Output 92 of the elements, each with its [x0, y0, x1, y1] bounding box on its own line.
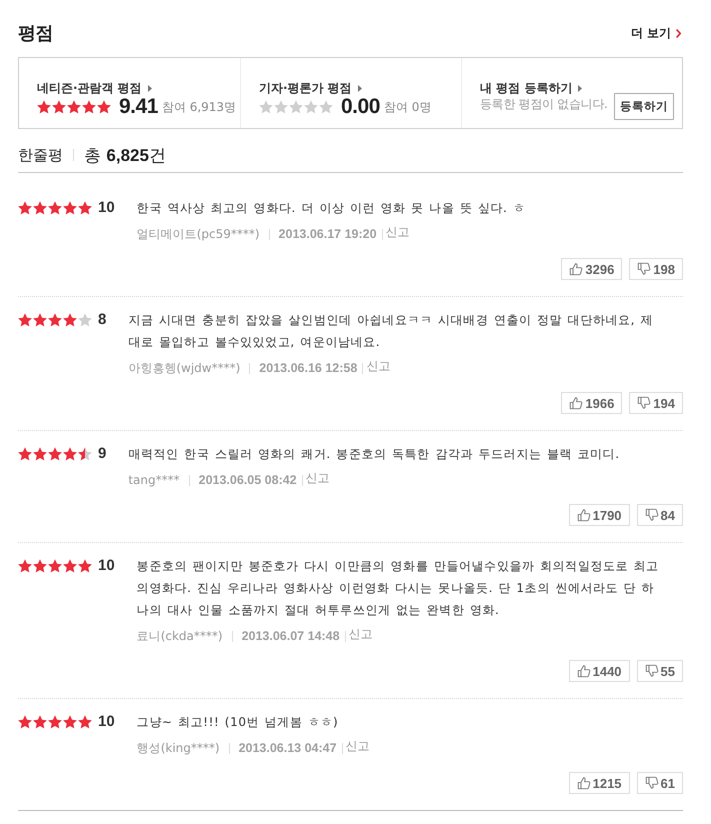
review-date: 2013.06.17 19:20 — [278, 227, 377, 241]
dislike-button[interactable]: 84 — [636, 504, 683, 526]
chevron-icon — [676, 28, 681, 38]
star-icon — [18, 201, 32, 215]
star-icon — [48, 313, 62, 327]
thumbs-down-icon — [644, 508, 659, 522]
review-total: 총 6,825건 — [84, 144, 166, 166]
star-icon — [67, 100, 81, 114]
reviewer-name: 얼티메이트(pc59****) — [136, 226, 260, 242]
caret-icon — [148, 84, 152, 92]
thumbs-up-icon — [569, 262, 584, 276]
reviewer-name: 아힝흥헹(wjdw****) — [128, 360, 240, 376]
thumbs-down-icon — [637, 262, 652, 276]
star-icon — [289, 100, 303, 114]
review-date: 2013.06.07 14:48 — [242, 629, 340, 643]
star-icon — [33, 201, 47, 215]
dislike-button[interactable]: 55 — [636, 660, 683, 682]
dislike-button[interactable]: 194 — [629, 392, 683, 414]
star-icon — [304, 100, 318, 114]
reviews-title: 한줄평 — [18, 146, 63, 164]
star-icon — [52, 100, 66, 114]
reviewer-name: 행성(king****) — [136, 740, 220, 756]
star-icon — [18, 447, 32, 461]
review-score: 10 — [98, 556, 115, 576]
star-icon — [78, 715, 92, 729]
caret-icon — [578, 84, 582, 92]
register-button[interactable]: 등록하기 — [614, 93, 674, 120]
star-icon — [63, 715, 77, 729]
review-score: 8 — [98, 310, 106, 330]
reviewer-name: 료니(ckda****) — [136, 628, 223, 644]
like-button[interactable]: 1215 — [568, 772, 630, 794]
star-icon — [63, 559, 77, 573]
thumbs-down-icon — [644, 776, 659, 790]
star-icon — [48, 715, 62, 729]
review-date: 2013.06.05 08:42 — [198, 473, 297, 487]
like-button[interactable]: 1440 — [568, 660, 630, 682]
star-icon — [82, 100, 96, 114]
participant-count: 참여 6,913명 — [162, 98, 236, 116]
dislike-button[interactable]: 61 — [636, 772, 683, 794]
review-date: 2013.06.13 04:47 — [238, 741, 337, 755]
star-icon — [33, 559, 47, 573]
star-icon — [18, 313, 32, 327]
thumbs-up-icon — [569, 396, 584, 410]
like-button[interactable]: 3296 — [561, 258, 622, 280]
caret-icon — [358, 84, 362, 92]
reviewer-name: tang**** — [128, 473, 180, 487]
review-text: 매력적인 한국 스릴러 영화의 쾌거. 봉준호의 독특한 감각과 두드러지는 블랙 코미디. — [128, 446, 621, 463]
star-icon — [63, 313, 77, 327]
average-score: 9.41 — [119, 95, 158, 119]
like-button[interactable]: 1966 — [561, 392, 622, 414]
rating-link[interactable]: 네티즌·관람객 평점 — [37, 80, 152, 96]
star-icon — [18, 559, 32, 573]
thumbs-up-icon — [576, 776, 591, 790]
participant-count: 참여 0명 — [384, 98, 432, 116]
more-link[interactable]: 더 보기 — [630, 24, 681, 42]
review-date: 2013.06.16 12:58 — [259, 361, 358, 375]
star-icon — [78, 201, 92, 215]
star-icon — [48, 559, 62, 573]
star-icon — [78, 559, 92, 573]
thumbs-up-icon — [576, 508, 591, 522]
thumbs-down-icon — [637, 396, 652, 410]
review-text: 그냥~ 최고!!! (10번 넘게봄 ㅎㅎ) — [136, 714, 340, 731]
star-icon — [48, 447, 62, 461]
empty-message: 등록한 평점이 없습니다. — [480, 96, 609, 112]
section-title: 평점 — [18, 22, 53, 45]
thumbs-down-icon — [644, 664, 659, 678]
review-text: 한국 역사상 최고의 영화다. 더 이상 이런 영화 못 나올 뜻 싶다. ㅎ — [136, 200, 526, 217]
star-icon — [63, 447, 77, 461]
like-button[interactable]: 1790 — [568, 504, 630, 526]
review-text: 지금 시대면 충분히 잡았을 살인범인데 아쉽네요ㅋㅋ 시대배경 연출이 정말 대단하네요, 제대로 몰입하고 볼수있있었고, 여운이남네요. — [128, 312, 654, 351]
star-icon — [33, 715, 47, 729]
review-text: 봉준호의 팬이지만 봉준호가 다시 이만큼의 영화를 만들어낼수있을까 회의적일정도로 최고의영화다. 진심 우리나라 영화사상 이런영화 다시는 못나올듯. 단 1초의 씬에서라도 단 하나의 대사 인물 소품까지 절대 허투루쓰인게 없는 완벽한 영화. — [136, 558, 660, 619]
star-icon — [63, 201, 77, 215]
star-icon — [48, 201, 62, 215]
star-icon — [33, 447, 47, 461]
star-icon — [78, 447, 92, 461]
star-icon — [37, 100, 51, 114]
star-icon — [319, 100, 333, 114]
star-icon — [259, 100, 273, 114]
star-icon — [18, 715, 32, 729]
star-icon — [78, 313, 92, 327]
average-score: 0.00 — [341, 95, 380, 119]
star-icon — [97, 100, 111, 114]
dislike-button[interactable]: 198 — [629, 258, 683, 280]
thumbs-up-icon — [576, 664, 591, 678]
star-icon — [33, 313, 47, 327]
rating-link[interactable]: 기자·평론가 평점 — [259, 80, 362, 96]
review-score: 9 — [98, 444, 106, 464]
review-score: 10 — [98, 712, 115, 732]
review-score: 10 — [98, 198, 115, 218]
register-rating-link[interactable]: 내 평점 등록하기 — [480, 80, 582, 96]
star-icon — [274, 100, 288, 114]
